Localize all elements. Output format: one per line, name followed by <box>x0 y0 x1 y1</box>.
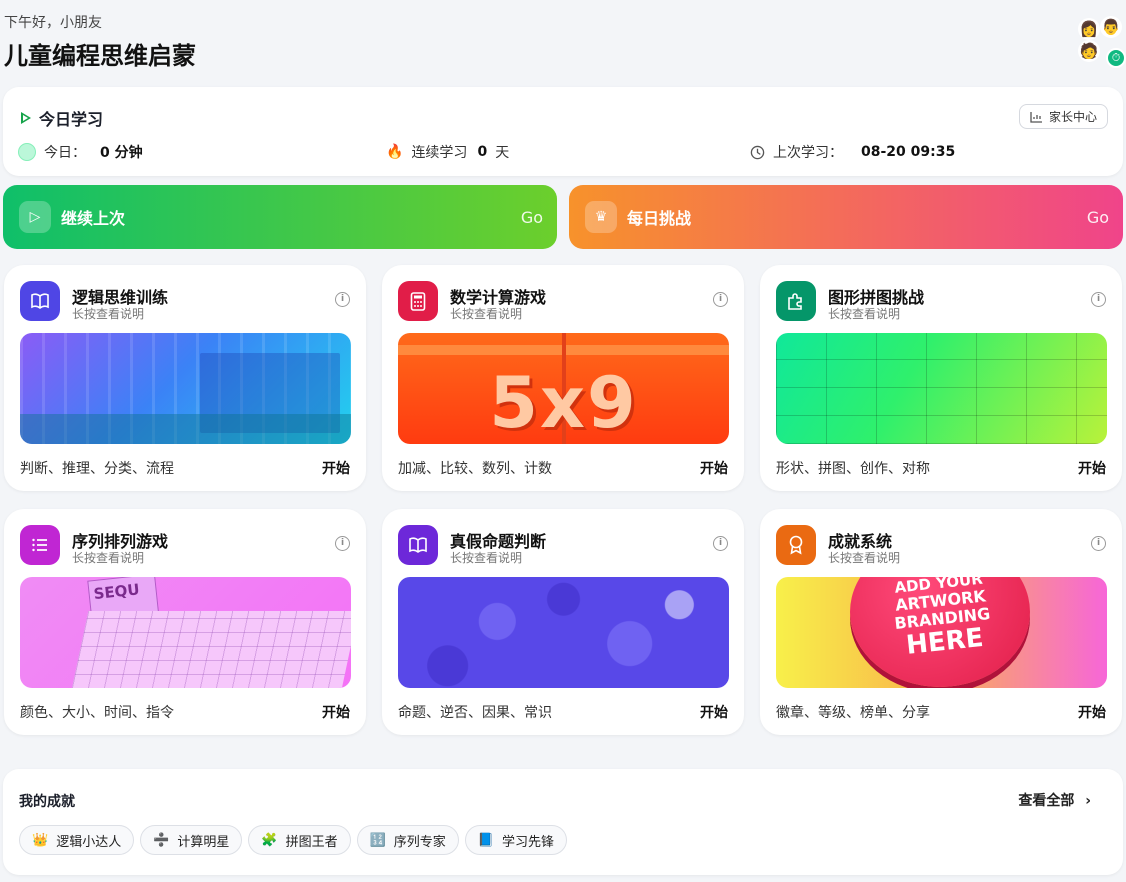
list-icon <box>20 525 60 565</box>
card-image: SEQU <box>20 577 351 688</box>
start-button[interactable]: 开始 <box>1078 458 1106 478</box>
info-icon[interactable]: i <box>1091 292 1106 307</box>
today-title: 今日学习 <box>39 110 104 129</box>
crown-icon: ♛ <box>585 201 617 233</box>
card-image <box>776 333 1107 444</box>
my-achievements-panel: 我的成就 查看全部 › 👑 逻辑小达人 ➗ 计算明星 🧩 拼图王者 🔢 序列专家 📘 学习… <box>3 769 1123 875</box>
card-image: ADD YOUR ARTWORK BRANDING HERE <box>776 577 1107 688</box>
chevron-right-icon: › <box>1085 793 1091 809</box>
status-dot-icon <box>18 143 36 161</box>
play-icon: ▷ <box>19 201 51 233</box>
page-title: 儿童编程思维启蒙 <box>4 42 196 70</box>
start-button[interactable]: 开始 <box>322 458 350 478</box>
avatar-group[interactable]: 👩 👨 🧑 ⏱ <box>1074 14 1126 68</box>
avatar-boy: 👨 <box>1100 16 1122 38</box>
flame-icon: 🔥 <box>386 144 404 160</box>
calculator-icon <box>398 281 438 321</box>
avatar-girl: 👩 <box>1078 18 1100 40</box>
achievement-chip[interactable]: 📘 学习先锋 <box>464 825 568 855</box>
achievement-chip[interactable]: 🔢 序列专家 <box>356 825 459 855</box>
today-learning-panel: 今日学习 家长中心 今日： 0 分钟 🔥 连续学习 0 天 上次学习： 08-2… <box>3 87 1123 176</box>
card-image: 5x9 6÷3 <box>398 333 729 444</box>
info-icon[interactable]: i <box>713 536 728 551</box>
info-icon[interactable]: i <box>713 292 728 307</box>
start-button[interactable]: 开始 <box>700 702 728 722</box>
today-minutes: 今日： 0 分钟 <box>18 142 143 162</box>
info-icon[interactable]: i <box>335 292 350 307</box>
daily-challenge-button[interactable]: ♛ 每日挑战 Go <box>569 185 1123 249</box>
avatar-child: 🧑 <box>1078 40 1100 62</box>
greeting: 下午好，小朋友 <box>4 15 102 31</box>
puzzle-icon <box>776 281 816 321</box>
card-math-game[interactable]: 数学计算游戏 长按查看说明 i 5x9 6÷3 加减、比较、数列、计数 开始 <box>382 265 744 491</box>
card-logic-training[interactable]: 逻辑思维训练 长按查看说明 i 判断、推理、分类、流程 开始 <box>4 265 366 491</box>
achievement-chip[interactable]: 👑 逻辑小达人 <box>19 825 135 855</box>
book-icon <box>398 525 438 565</box>
study-streak: 🔥 连续学习 0 天 <box>386 144 510 161</box>
play-icon <box>21 112 31 124</box>
clock-icon <box>750 145 765 159</box>
start-button[interactable]: 开始 <box>322 702 350 722</box>
info-icon[interactable]: i <box>1091 536 1106 551</box>
card-proposition-judgement[interactable]: 真假命题判断 长按查看说明 i 命题、逆否、因果、常识 开始 <box>382 509 744 735</box>
info-icon[interactable]: i <box>335 536 350 551</box>
start-button[interactable]: 开始 <box>1078 702 1106 722</box>
chart-icon <box>1030 111 1042 123</box>
last-study: 上次学习： 08-20 09:35 <box>750 142 955 162</box>
book-icon <box>20 281 60 321</box>
achievement-chip[interactable]: ➗ 计算明星 <box>140 825 243 855</box>
medal-icon <box>776 525 816 565</box>
card-image <box>20 333 351 444</box>
timer-badge-icon: ⏱ <box>1106 48 1126 68</box>
continue-last-button[interactable]: ▷ 继续上次 Go <box>3 185 557 249</box>
card-image <box>398 577 729 688</box>
achievements-title: 我的成就 <box>19 794 75 810</box>
card-achievement-system[interactable]: 成就系统 长按查看说明 i ADD YOUR ARTWORK BRANDING … <box>760 509 1122 735</box>
view-all-link[interactable]: 查看全部 › <box>1018 790 1091 810</box>
card-sequence-game[interactable]: 序列排列游戏 长按查看说明 i SEQU 颜色、大小、时间、指令 开始 <box>4 509 366 735</box>
parent-center-button[interactable]: 家长中心 <box>1018 104 1108 129</box>
start-button[interactable]: 开始 <box>700 458 728 478</box>
card-puzzle-challenge[interactable]: 图形拼图挑战 长按查看说明 i 形状、拼图、创作、对称 开始 <box>760 265 1122 491</box>
achievement-chip[interactable]: 🧩 拼图王者 <box>248 825 351 855</box>
